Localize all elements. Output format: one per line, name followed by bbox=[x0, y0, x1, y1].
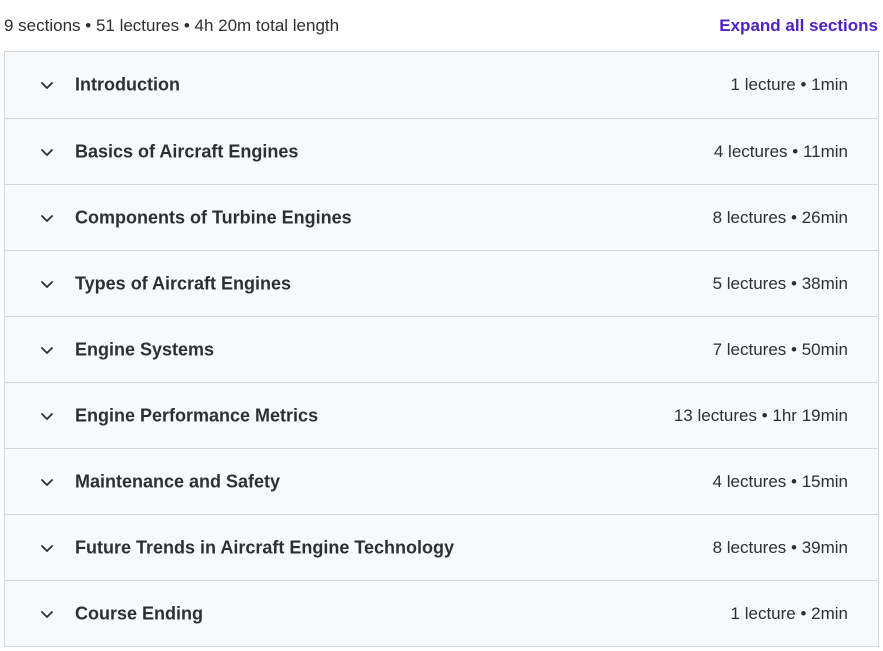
chevron-down-icon bbox=[39, 474, 55, 490]
chevron-down-icon bbox=[39, 144, 55, 160]
chevron-down-icon bbox=[39, 342, 55, 358]
section-meta: 1 lecture • 2min bbox=[730, 603, 848, 623]
section-row[interactable]: Basics of Aircraft Engines 4 lectures • … bbox=[5, 118, 878, 184]
section-meta: 4 lectures • 11min bbox=[713, 141, 848, 161]
course-curriculum: 9 sections • 51 lectures • 4h 20m total … bbox=[0, 0, 883, 651]
expand-all-sections-button[interactable]: Expand all sections bbox=[719, 16, 878, 36]
section-row[interactable]: Course Ending 1 lecture • 2min bbox=[5, 580, 878, 646]
section-row[interactable]: Introduction 1 lecture • 1min bbox=[5, 52, 878, 118]
curriculum-summary-text: 9 sections • 51 lectures • 4h 20m total … bbox=[4, 16, 340, 35]
section-title: Engine Performance Metrics bbox=[75, 405, 319, 425]
section-title: Basics of Aircraft Engines bbox=[75, 141, 299, 161]
section-meta: 13 lectures • 1hr 19min bbox=[673, 405, 848, 425]
chevron-down-icon bbox=[39, 210, 55, 226]
section-list: Introduction 1 lecture • 1min Basics of … bbox=[4, 51, 879, 647]
section-meta: 8 lectures • 26min bbox=[712, 207, 848, 227]
curriculum-summary-bar: 9 sections • 51 lectures • 4h 20m total … bbox=[0, 0, 883, 52]
section-title: Introduction bbox=[75, 74, 180, 95]
section-meta: 5 lectures • 38min bbox=[712, 273, 848, 293]
section-meta: 7 lectures • 50min bbox=[712, 339, 848, 359]
chevron-down-icon bbox=[39, 606, 55, 622]
section-meta: 8 lectures • 39min bbox=[712, 537, 848, 557]
section-meta: 1 lecture • 1min bbox=[730, 75, 848, 94]
section-row[interactable]: Engine Systems 7 lectures • 50min bbox=[5, 316, 878, 382]
section-row[interactable]: Maintenance and Safety 4 lectures • 15mi… bbox=[5, 448, 878, 514]
section-meta: 4 lectures • 15min bbox=[712, 471, 848, 491]
chevron-down-icon bbox=[39, 408, 55, 424]
section-title: Engine Systems bbox=[75, 339, 215, 359]
section-row[interactable]: Types of Aircraft Engines 5 lectures • 3… bbox=[5, 250, 878, 316]
section-row[interactable]: Future Trends in Aircraft Engine Technol… bbox=[5, 514, 878, 580]
chevron-down-icon bbox=[39, 276, 55, 292]
section-row[interactable]: Engine Performance Metrics 13 lectures •… bbox=[5, 382, 878, 448]
section-title: Future Trends in Aircraft Engine Technol… bbox=[75, 537, 455, 557]
section-title: Types of Aircraft Engines bbox=[75, 273, 292, 293]
chevron-down-icon bbox=[39, 540, 55, 556]
chevron-down-icon bbox=[39, 77, 55, 93]
section-row[interactable]: Components of Turbine Engines 8 lectures… bbox=[5, 184, 878, 250]
section-title: Components of Turbine Engines bbox=[75, 207, 352, 227]
section-title: Course Ending bbox=[75, 603, 204, 623]
section-title: Maintenance and Safety bbox=[75, 471, 281, 491]
